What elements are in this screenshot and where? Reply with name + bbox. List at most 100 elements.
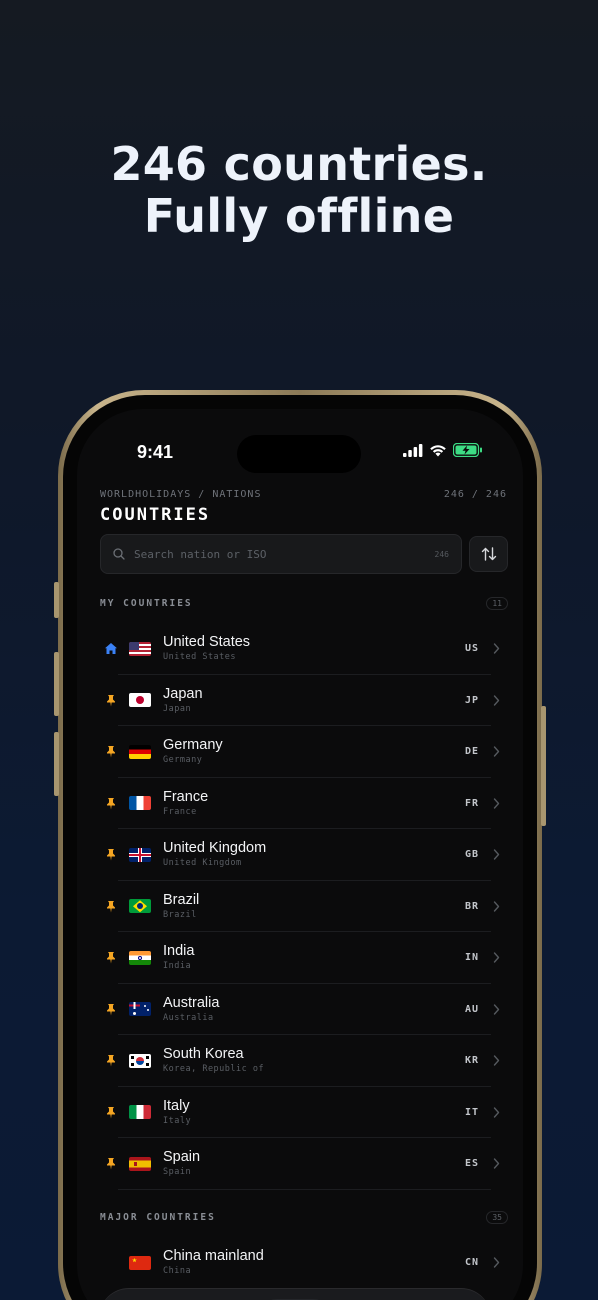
home-icon	[104, 643, 117, 655]
chevron-right-icon	[493, 1055, 503, 1066]
app-screen: 9:41 WORLDHOLIDAYS / NATIONS 246 / 246 C…	[77, 409, 523, 1300]
chevron-right-icon	[493, 1257, 503, 1268]
country-official-name: Japan	[163, 703, 192, 714]
country-official-name: France	[163, 806, 197, 817]
chevron-right-icon	[493, 1158, 503, 1169]
country-iso: IT	[464, 1106, 479, 1118]
status-icons	[403, 443, 483, 457]
row-lead	[77, 1157, 129, 1170]
country-name: Italy	[163, 1097, 190, 1114]
phone-frame: 9:41 WORLDHOLIDAYS / NATIONS 246 / 246 C…	[54, 390, 546, 1300]
country-counter: 246 / 246	[443, 489, 507, 500]
section-count: 35	[486, 1211, 508, 1224]
status-time: 9:41	[137, 442, 174, 462]
flag-es-icon	[129, 1156, 151, 1171]
flag-cn-icon	[129, 1255, 151, 1270]
country-row-kr[interactable]: South Korea Korea, Republic of KR	[77, 1035, 523, 1087]
country-name: Japan	[163, 685, 203, 702]
country-iso: ES	[464, 1158, 479, 1170]
country-official-name: Germany	[163, 755, 203, 766]
section-count: 11	[486, 597, 508, 610]
row-lead	[77, 745, 129, 758]
breadcrumb: WORLDHOLIDAYS / NATIONS	[100, 489, 262, 500]
chevron-right-icon	[493, 1004, 503, 1015]
country-name: United Kingdom	[163, 840, 267, 857]
country-row-de[interactable]: Germany Germany DE	[77, 726, 523, 778]
country-row-it[interactable]: Italy Italy IT	[77, 1087, 523, 1138]
pin-icon	[106, 952, 115, 964]
country-name: United States	[163, 634, 251, 651]
sort-icon	[481, 547, 496, 561]
country-official-name: Brazil	[163, 909, 197, 920]
country-row-in[interactable]: India India IN	[77, 932, 523, 984]
row-lead	[77, 848, 129, 861]
search-count: 246	[434, 549, 449, 559]
flag-br-icon	[129, 899, 151, 914]
country-official-name: Spain	[163, 1167, 192, 1178]
search-placeholder: Search nation or ISO	[134, 547, 267, 561]
country-iso: AU	[464, 1003, 479, 1015]
country-row-gb[interactable]: United Kingdom United Kingdom GB	[77, 829, 523, 881]
country-row-cn[interactable]: China mainland China CN	[77, 1237, 523, 1289]
country-names: Australia Australia	[163, 995, 465, 1024]
country-row-br[interactable]: Brazil Brazil BR	[77, 881, 523, 932]
tab-bar	[99, 1288, 491, 1300]
country-names: South Korea Korea, Republic of	[163, 1046, 465, 1075]
search-input[interactable]: Search nation or ISO 246	[100, 534, 462, 574]
country-official-name: India	[163, 961, 192, 972]
country-row-jp[interactable]: Japan Japan JP	[77, 675, 523, 726]
country-row-fr[interactable]: France France FR	[77, 778, 523, 829]
row-divider	[118, 1188, 491, 1190]
country-names: France France	[163, 789, 465, 818]
my-countries-header: MY COUNTRIES 11	[100, 597, 508, 610]
country-row-au[interactable]: Australia Australia AU	[77, 984, 523, 1035]
dynamic-island	[237, 435, 361, 473]
row-lead	[77, 900, 129, 913]
country-official-name: Australia	[163, 1012, 214, 1023]
country-iso: FR	[464, 797, 479, 809]
flag-it-icon	[129, 1105, 151, 1120]
country-names: Spain Spain	[163, 1149, 465, 1178]
chevron-right-icon	[493, 746, 503, 757]
sort-button[interactable]	[469, 536, 508, 572]
major-countries-header: MAJOR COUNTRIES 35	[100, 1211, 508, 1224]
chevron-right-icon	[493, 798, 503, 809]
country-name: India	[163, 943, 195, 960]
country-name: Australia	[163, 994, 220, 1011]
country-name: Germany	[163, 737, 223, 754]
battery-charging-icon	[453, 443, 482, 457]
volume-up-button	[54, 652, 59, 716]
page-title: COUNTRIES	[100, 505, 211, 525]
country-iso: GB	[464, 849, 479, 861]
hero-headline: 246 countries. Fully offline	[0, 138, 598, 242]
pin-icon	[106, 746, 115, 758]
country-official-name: United States	[163, 652, 237, 663]
country-names: United Kingdom United Kingdom	[163, 840, 465, 869]
country-names: Japan Japan	[163, 686, 465, 715]
country-name: Spain	[163, 1149, 201, 1166]
chevron-right-icon	[493, 901, 503, 912]
country-row-es[interactable]: Spain Spain ES	[77, 1138, 523, 1190]
row-lead	[77, 1106, 129, 1119]
chevron-right-icon	[493, 849, 503, 860]
country-iso: KR	[464, 1055, 479, 1067]
pin-icon	[106, 1055, 115, 1067]
flag-jp-icon	[129, 693, 151, 708]
row-lead	[77, 1003, 129, 1016]
country-iso: BR	[464, 900, 479, 912]
country-iso: IN	[464, 952, 479, 964]
country-official-name: Korea, Republic of	[163, 1064, 265, 1075]
flag-gb-icon	[129, 847, 151, 862]
flag-kr-icon	[129, 1053, 151, 1068]
country-row-us[interactable]: United States United States US	[77, 623, 523, 675]
flag-de-icon	[129, 744, 151, 759]
country-names: Italy Italy	[163, 1098, 465, 1127]
row-lead	[77, 642, 129, 655]
volume-down-button	[54, 732, 59, 796]
major-countries-list: China mainland China CN	[77, 1237, 523, 1289]
flag-fr-icon	[129, 796, 151, 811]
section-label: MY COUNTRIES	[100, 598, 193, 609]
row-lead	[77, 951, 129, 964]
country-name: South Korea	[163, 1046, 244, 1063]
row-lead	[77, 1054, 129, 1067]
